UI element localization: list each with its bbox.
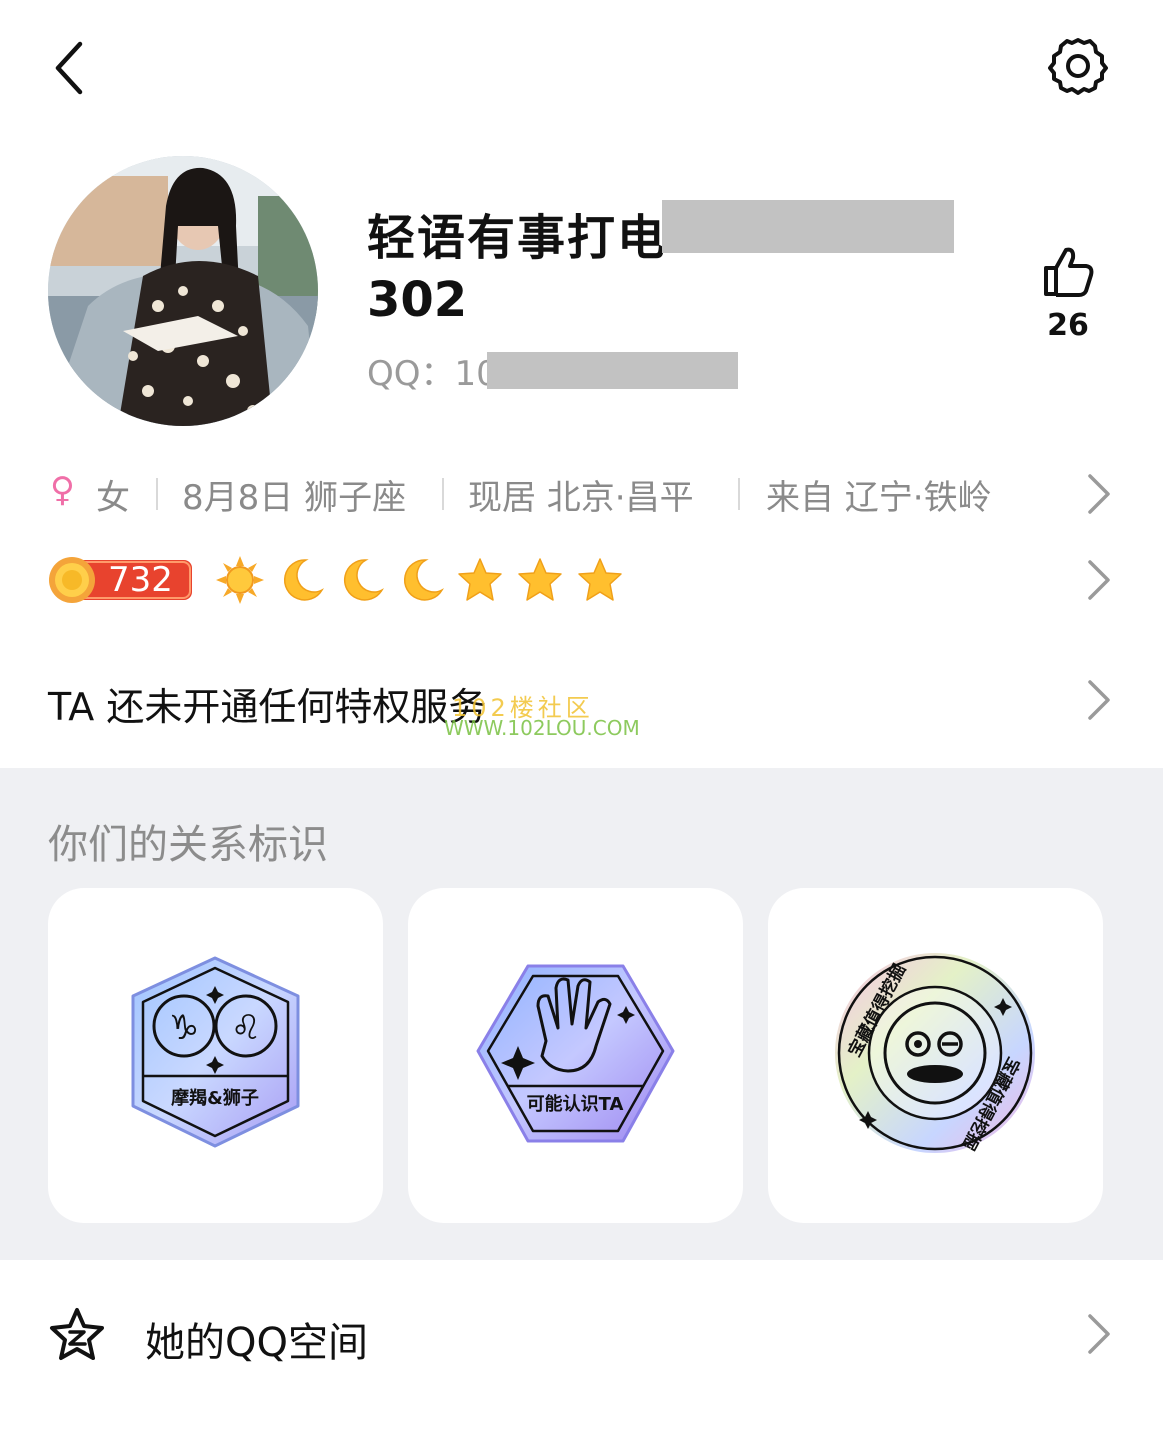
moon-icon <box>403 559 444 601</box>
moon-icon <box>343 559 384 601</box>
level-row[interactable]: 732 <box>0 548 1163 612</box>
svg-text:♌: ♌ <box>231 1008 261 1048</box>
sun-icon <box>216 556 264 604</box>
relationship-section: 你们的关系标识 ♑ ♌ 摩羯&狮子 可能认识TA 宝藏值得挖掘 宝藏值得挖掘 <box>0 768 1163 1260</box>
level-number: 732 <box>108 560 173 600</box>
qzone-star-icon <box>50 1308 104 1360</box>
star-icon <box>458 558 502 601</box>
avatar-photo <box>48 156 318 426</box>
zodiac-badge-icon: ♑ ♌ 摩羯&狮子 <box>131 956 300 1148</box>
gender-text: 女 <box>96 478 130 518</box>
qq-label: QQ： <box>367 354 455 394</box>
gear-icon <box>1048 38 1108 95</box>
star-icon <box>518 558 562 601</box>
info-row[interactable]: ♀ 女 8月8日 狮子座 现居 北京·昌平 来自 辽宁·铁岭 <box>0 464 1163 524</box>
relationship-card-zodiac[interactable]: ♑ ♌ 摩羯&狮子 <box>48 888 383 1223</box>
qq-number: QQ：10 <box>367 346 498 395</box>
location-text: 现居 北京·昌平 <box>468 478 694 518</box>
moon-icon <box>283 559 324 601</box>
nickname: 轻语有事打电 <box>367 198 667 268</box>
wave-hand-badge-icon: 可能认识TA <box>476 964 675 1143</box>
privilege-text: TA 还未开通任何特权服务 <box>48 685 487 729</box>
female-icon: ♀ <box>50 470 75 510</box>
nickname-text: 轻语有事打电 <box>367 210 668 266</box>
relationship-card-treasure[interactable]: 宝藏值得挖掘 宝藏值得挖掘 <box>768 888 1103 1223</box>
watermark-url: WWW.102LOU.COM <box>444 716 640 740</box>
chevron-right-icon <box>1088 1314 1110 1354</box>
like-button[interactable]: 26 <box>1036 244 1100 344</box>
top-bar <box>0 0 1163 130</box>
level-badge: 732 <box>48 556 194 604</box>
profile-header: 轻语有事打电 302 QQ：10 26 <box>0 150 1163 440</box>
divider <box>738 478 740 510</box>
profile-page: 轻语有事打电 302 QQ：10 26 ♀ 女 8月8日 狮子座 现居 北京·昌… <box>0 0 1163 1431</box>
qq-zone-row[interactable]: 她的QQ空间 <box>0 1290 1163 1380</box>
qq-zone-label: 她的QQ空间 <box>145 1320 368 1366</box>
back-button[interactable] <box>44 36 100 100</box>
relationship-card-may-know[interactable]: 可能认识TA <box>408 888 743 1223</box>
divider <box>156 478 158 510</box>
may-know-badge-label: 可能认识TA <box>527 1093 624 1115</box>
chevron-left-icon <box>55 41 83 95</box>
zodiac-badge-label: 摩羯&狮子 <box>171 1087 259 1109</box>
svg-text:♑: ♑ <box>169 1008 199 1048</box>
avatar[interactable] <box>48 156 318 426</box>
chevron-right-icon <box>1088 680 1110 720</box>
redaction-mask <box>487 352 738 389</box>
chevron-right-icon <box>1088 560 1110 600</box>
star-icon <box>578 558 622 601</box>
hometown-text: 来自 辽宁·铁岭 <box>766 478 992 518</box>
redaction-mask <box>662 200 954 253</box>
nickname-line-2: 302 <box>367 272 468 328</box>
treasure-badge-icon: 宝藏值得挖掘 宝藏值得挖掘 <box>835 953 1035 1154</box>
settings-button[interactable] <box>1046 34 1110 98</box>
chevron-right-icon <box>1088 474 1110 514</box>
like-count: 26 <box>1047 308 1089 343</box>
relationship-title: 你们的关系标识 <box>48 822 328 868</box>
divider <box>442 478 444 510</box>
birthday-text: 8月8日 狮子座 <box>182 478 407 518</box>
thumbs-up-icon <box>1044 247 1094 297</box>
